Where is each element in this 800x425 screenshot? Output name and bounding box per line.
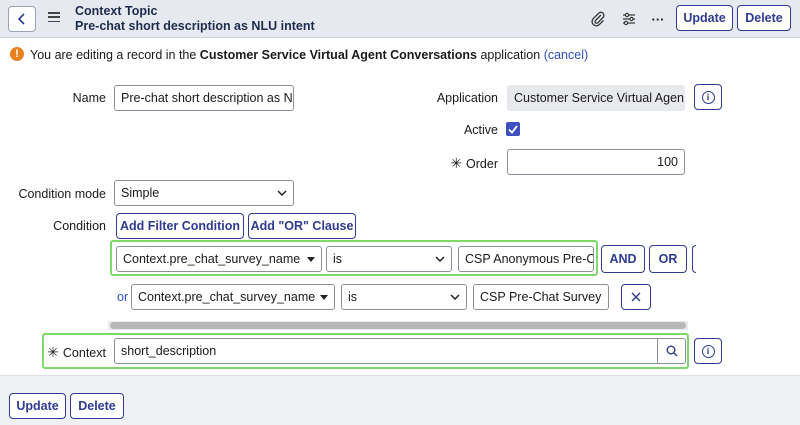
caret-down-icon [320, 294, 328, 300]
info-icon: i [701, 344, 715, 358]
form-header: Context Topic Pre-chat short description… [0, 0, 800, 38]
condition-field-select[interactable]: Context.pre_chat_survey_name [116, 246, 322, 272]
personalize-form-icon[interactable] [619, 9, 639, 29]
condition-mode-label: Condition mode [18, 187, 106, 201]
condition-label: Condition [53, 219, 106, 233]
chevron-down-icon [450, 294, 460, 300]
record-type-title: Context Topic [75, 4, 158, 18]
condition-mode-value: Simple [121, 186, 160, 200]
condition-scrollbar-thumb[interactable] [110, 322, 686, 329]
record-name-title: Pre-chat short description as NLU intent [75, 19, 315, 33]
context-lookup-button[interactable] [657, 338, 686, 364]
cancel-link[interactable]: (cancel) [544, 48, 588, 62]
remove-condition-button[interactable] [621, 284, 651, 310]
condition-value-input[interactable]: CSP Pre-Chat Survey [473, 284, 609, 310]
application-info-button[interactable]: i [694, 84, 722, 110]
context-field[interactable]: short_description [114, 338, 686, 364]
or-prefix-label: or [117, 290, 129, 304]
hamburger-menu-icon[interactable] [48, 12, 60, 24]
add-filter-condition-button[interactable]: Add Filter Condition [116, 213, 244, 239]
order-label: ✳ Order [450, 155, 498, 171]
chevron-left-icon [17, 13, 25, 25]
checkmark-icon [508, 124, 518, 134]
required-icon: ✳ [47, 344, 59, 360]
and-button[interactable]: AND [601, 245, 645, 273]
application-label: Application [436, 91, 498, 105]
footer-delete-button[interactable]: Delete [70, 393, 124, 419]
info-icon: i [701, 90, 715, 104]
back-button[interactable] [8, 6, 36, 32]
chevron-down-icon [277, 190, 287, 196]
active-checkbox[interactable] [506, 122, 520, 136]
chevron-down-icon [435, 256, 445, 262]
context-info-button[interactable]: i [694, 338, 722, 364]
close-icon [631, 292, 641, 302]
name-field[interactable]: Pre-chat short description as NLU intent [114, 85, 294, 111]
condition-field-select[interactable]: Context.pre_chat_survey_name [131, 284, 335, 310]
search-icon [666, 345, 678, 357]
attachment-icon[interactable] [588, 9, 608, 29]
or-button[interactable]: OR [649, 245, 687, 273]
caret-down-icon [307, 256, 315, 262]
application-field: Customer Service Virtual Agent Conversat… [507, 85, 685, 111]
delete-button[interactable]: Delete [737, 5, 791, 31]
condition-operator-select[interactable]: is [341, 284, 467, 310]
condition-mode-select[interactable]: Simple [114, 180, 294, 206]
more-options-icon[interactable]: ··· [648, 9, 668, 29]
truncated-button-edge[interactable] [692, 245, 696, 273]
active-label: Active [463, 123, 498, 137]
application-scope-name: Customer Service Virtual Agent Conversat… [199, 48, 477, 62]
update-button[interactable]: Update [676, 5, 733, 31]
warning-icon: ! [10, 47, 24, 61]
condition-operator-select[interactable]: is [326, 246, 452, 272]
name-label: Name [72, 91, 106, 105]
footer-update-button[interactable]: Update [9, 393, 66, 419]
order-field[interactable]: 100 [507, 149, 685, 175]
banner-message: You are editing a record in the Customer… [30, 48, 589, 62]
add-or-clause-button[interactable]: Add "OR" Clause [248, 213, 356, 239]
condition-value-input[interactable]: CSP Anonymous Pre-Chat Survey [458, 246, 594, 272]
required-icon: ✳ [450, 155, 463, 171]
context-label: ✳ Context [47, 344, 106, 360]
